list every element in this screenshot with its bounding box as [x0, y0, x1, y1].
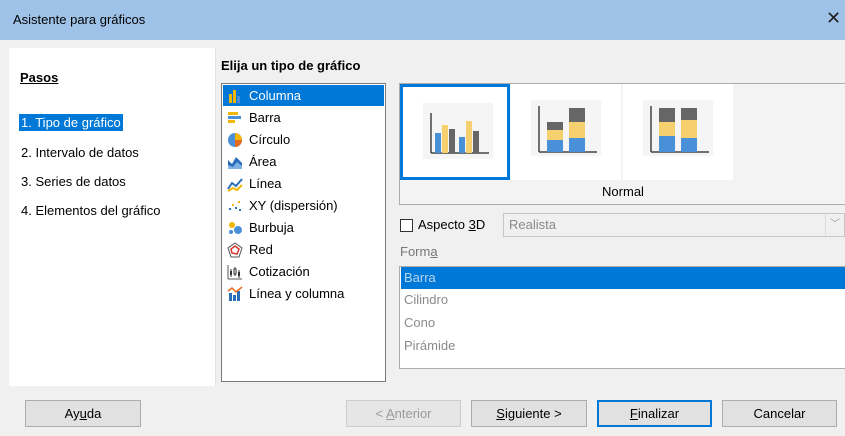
next-label-post: iguiente >: [504, 406, 562, 421]
chart-type-item-stock[interactable]: Cotización: [223, 261, 384, 282]
pie-chart-icon: [228, 132, 242, 147]
chart-type-label: Barra: [249, 110, 281, 125]
scatter-chart-icon: [229, 200, 241, 211]
scheme-3d-select[interactable]: Realista ﹀: [503, 213, 845, 237]
shape-label-accel: a: [430, 244, 438, 259]
column-normal-icon: [423, 103, 493, 159]
chart-type-label: Área: [249, 154, 277, 169]
chart-type-item-column-line[interactable]: Línea y columna: [223, 283, 384, 304]
chart-type-label: XY (dispersión): [249, 198, 338, 213]
shape-item-pyramid[interactable]: Pirámide: [401, 335, 845, 357]
window-title: Asistente para gráficos: [13, 12, 146, 27]
chart-type-label: Círculo: [249, 132, 291, 147]
chart-type-heading: Elija un tipo de gráfico: [221, 58, 361, 73]
step-data-range[interactable]: 2. Intervalo de datos: [19, 144, 141, 161]
aspect-3d-label-pre: Aspecto: [418, 217, 469, 232]
aspect-3d-label-post: D: [475, 217, 486, 232]
title-bar: Asistente para gráficos ✕: [0, 0, 845, 40]
aspect-3d-label[interactable]: Aspecto 3D: [418, 217, 485, 232]
finish-label-post: inalizar: [637, 406, 680, 421]
aspect-3d-label-accel: 3: [468, 217, 476, 232]
step-chart-elements[interactable]: 4. Elementos del gráfico: [19, 202, 162, 219]
variant-percent-stacked[interactable]: [623, 84, 733, 180]
shape-label: Forma: [400, 244, 438, 259]
chart-type-item-scatter[interactable]: XY (dispersión): [223, 195, 384, 216]
area-chart-icon: [228, 156, 242, 169]
chart-variant-panel: Normal: [399, 83, 845, 205]
back-label-post: nterior: [394, 406, 432, 421]
variant-stacked[interactable]: [511, 84, 621, 180]
chart-type-item-pie[interactable]: Círculo: [223, 129, 384, 150]
chart-type-list[interactable]: Columna Barra Círculo Área Línea XY (dis…: [221, 83, 386, 382]
back-button[interactable]: < Anterior: [346, 400, 461, 427]
line-chart-icon: [227, 177, 243, 192]
chart-type-label: Línea y columna: [249, 286, 345, 301]
chart-type-label: Columna: [249, 88, 302, 103]
variant-normal[interactable]: [400, 84, 510, 180]
chart-type-item-column[interactable]: Columna: [223, 85, 384, 106]
bubble-chart-icon: [229, 221, 242, 234]
column-line-chart-icon: [227, 285, 243, 301]
scheme-3d-value: Realista: [509, 217, 556, 232]
back-label-accel: A: [385, 406, 395, 421]
shape-item-bar[interactable]: Barra: [401, 267, 845, 289]
chart-type-item-bar[interactable]: Barra: [223, 107, 384, 128]
help-label-accel: u: [79, 406, 87, 421]
back-label-pre: <: [375, 406, 386, 421]
next-button[interactable]: Siguiente >: [471, 400, 587, 427]
help-label-post: da: [86, 406, 102, 421]
finish-button[interactable]: Finalizar: [597, 400, 712, 427]
shape-label-pre: Form: [400, 244, 431, 259]
aspect-3d-checkbox[interactable]: [400, 219, 413, 232]
chart-type-label: Red: [249, 242, 273, 257]
chart-type-label: Línea: [249, 176, 282, 191]
chart-type-item-line[interactable]: Línea: [223, 173, 384, 194]
chart-type-label: Burbuja: [249, 220, 294, 235]
step-chart-type[interactable]: 1. Tipo de gráfico: [19, 114, 123, 131]
bar-chart-icon: [228, 111, 241, 123]
chart-type-item-net[interactable]: Red: [223, 239, 384, 260]
stock-chart-icon: [227, 264, 242, 279]
steps-heading: Pasos: [20, 70, 59, 85]
step-data-series[interactable]: 3. Series de datos: [19, 173, 128, 190]
column-percent-stacked-icon: [643, 100, 713, 156]
next-label-accel: S: [496, 406, 505, 421]
help-label-pre: Ay: [64, 406, 80, 421]
chevron-down-icon[interactable]: ﹀: [825, 214, 844, 236]
close-icon[interactable]: ✕: [826, 9, 841, 27]
cancel-label: Cancelar: [753, 406, 806, 421]
variant-caption: Normal: [602, 184, 644, 199]
cancel-button[interactable]: Cancelar: [722, 400, 837, 427]
column-stacked-icon: [531, 100, 601, 156]
chart-type-item-area[interactable]: Área: [223, 151, 384, 172]
shape-item-cylinder[interactable]: Cilindro: [401, 289, 845, 311]
steps-panel: Pasos 1. Tipo de gráfico 2. Intervalo de…: [9, 48, 216, 386]
column-chart-icon: [229, 89, 240, 103]
chart-type-label: Cotización: [249, 264, 310, 279]
net-chart-icon: [227, 241, 243, 257]
finish-label-accel: F: [629, 406, 638, 421]
chart-type-item-bubble[interactable]: Burbuja: [223, 217, 384, 238]
shape-item-cone[interactable]: Cono: [401, 312, 845, 334]
shape-list[interactable]: Barra Cilindro Cono Pirámide: [399, 266, 845, 369]
help-button[interactable]: Ayuda: [25, 400, 141, 427]
